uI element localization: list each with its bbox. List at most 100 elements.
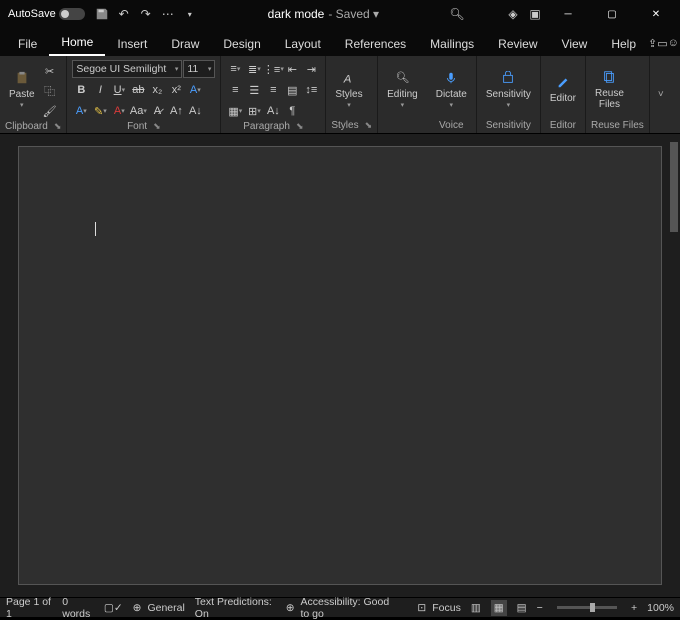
- maximize-button[interactable]: ▢: [592, 0, 632, 28]
- shading-button[interactable]: ▦▾: [226, 102, 244, 120]
- sort-button[interactable]: A↓: [264, 102, 282, 120]
- share-icon[interactable]: ⇪: [648, 30, 657, 56]
- tab-help[interactable]: Help: [599, 31, 648, 56]
- bullets-button[interactable]: ≡▾: [226, 60, 244, 78]
- find-icon: 🔍︎: [392, 68, 412, 88]
- zoom-level[interactable]: 100%: [647, 602, 674, 614]
- multilevel-button[interactable]: ⋮≡▾: [264, 60, 282, 78]
- dictate-button[interactable]: Dictate ▾: [432, 58, 471, 118]
- tab-insert[interactable]: Insert: [105, 31, 159, 56]
- styles-icon: A: [339, 68, 359, 88]
- font-size-select[interactable]: 11▾: [183, 60, 215, 78]
- text-effects-button[interactable]: A▾: [186, 81, 204, 99]
- font-color-button[interactable]: A▾: [110, 102, 128, 120]
- language-indicator[interactable]: ⊕General: [133, 602, 185, 614]
- launcher-icon[interactable]: ⬊: [365, 120, 373, 131]
- scrollbar-thumb[interactable]: [670, 142, 678, 232]
- reuse-files-button[interactable]: Reuse Files: [591, 58, 628, 118]
- paste-button[interactable]: Paste ▾: [5, 58, 39, 118]
- tab-file[interactable]: File: [6, 31, 49, 56]
- superscript-button[interactable]: x²: [167, 81, 185, 99]
- editing-button[interactable]: 🔍︎ Editing ▾: [383, 58, 422, 118]
- tab-mailings[interactable]: Mailings: [418, 31, 486, 56]
- saved-status[interactable]: - Saved ▾: [328, 7, 379, 21]
- focus-button[interactable]: ⊡Focus: [417, 602, 460, 614]
- font-name-select[interactable]: Segoe UI Semilight▾: [72, 60, 182, 78]
- clear-formatting-button[interactable]: A̷: [148, 102, 166, 120]
- launcher-icon[interactable]: ⬊: [54, 121, 62, 132]
- editor-button[interactable]: Editor: [546, 58, 580, 118]
- collapse-ribbon-button[interactable]: ˅: [650, 56, 672, 133]
- numbering-button[interactable]: ≣▾: [245, 60, 263, 78]
- undo-icon[interactable]: ↶: [115, 5, 133, 23]
- styles-button[interactable]: A Styles ▾: [331, 58, 366, 118]
- redo-icon[interactable]: ↷: [137, 5, 155, 23]
- read-mode-icon[interactable]: ▥: [471, 602, 481, 614]
- search-icon[interactable]: 🔍︎: [448, 5, 466, 23]
- change-case-button[interactable]: Aa▾: [129, 102, 147, 120]
- format-painter-icon[interactable]: 🖌: [41, 102, 59, 120]
- strikethrough-button[interactable]: ab: [129, 81, 147, 99]
- zoom-slider[interactable]: [557, 606, 617, 609]
- align-right-button[interactable]: ≡: [264, 81, 282, 99]
- page-indicator[interactable]: Page 1 of 1: [6, 596, 52, 620]
- tab-home[interactable]: Home: [49, 29, 105, 56]
- subscript-button[interactable]: x₂: [148, 81, 166, 99]
- sensitivity-button[interactable]: Sensitivity ▾: [482, 58, 535, 118]
- decrease-indent-button[interactable]: ⇤: [283, 60, 301, 78]
- quick-access-icon[interactable]: ⋯: [159, 5, 177, 23]
- tab-references[interactable]: References: [333, 31, 418, 56]
- borders-button[interactable]: ⊞▾: [245, 102, 263, 120]
- group-label: Editor: [550, 120, 576, 131]
- increase-indent-button[interactable]: ⇥: [302, 60, 320, 78]
- italic-button[interactable]: I: [91, 81, 109, 99]
- underline-button[interactable]: U▾: [110, 81, 128, 99]
- accessibility-indicator[interactable]: ⊕Accessibility: Good to go: [286, 596, 398, 620]
- align-center-button[interactable]: ☰: [245, 81, 263, 99]
- zoom-slider-thumb[interactable]: [590, 603, 595, 612]
- microphone-icon: [441, 68, 461, 88]
- close-button[interactable]: ✕: [636, 0, 676, 28]
- chevron-down-icon: ▾: [175, 65, 179, 73]
- save-icon[interactable]: [93, 5, 111, 23]
- svg-text:A: A: [343, 73, 352, 85]
- tab-view[interactable]: View: [550, 31, 600, 56]
- line-spacing-button[interactable]: ↕≡: [302, 81, 320, 99]
- vertical-scrollbar[interactable]: [668, 134, 680, 597]
- word-count[interactable]: 0 words: [62, 596, 94, 620]
- autosave-toggle[interactable]: AutoSave: [4, 8, 89, 20]
- print-layout-icon[interactable]: ▦: [491, 600, 507, 616]
- spellcheck-icon[interactable]: ▢✓: [104, 602, 123, 614]
- shrink-font-button[interactable]: A↓: [186, 102, 204, 120]
- font-color-alt-button[interactable]: A▾: [72, 102, 90, 120]
- cut-icon[interactable]: ✂: [41, 62, 59, 80]
- launcher-icon[interactable]: ⬊: [296, 121, 304, 132]
- predictions-indicator[interactable]: Text Predictions: On: [195, 596, 276, 620]
- highlight-button[interactable]: ✎▾: [91, 102, 109, 120]
- justify-button[interactable]: ▤: [283, 81, 301, 99]
- launcher-icon[interactable]: ⬊: [153, 121, 161, 132]
- window-icon[interactable]: ▣: [526, 5, 544, 23]
- tab-review[interactable]: Review: [486, 31, 549, 56]
- web-layout-icon[interactable]: ▤: [517, 602, 527, 614]
- diamond-icon[interactable]: ◈: [504, 5, 522, 23]
- dropdown-icon[interactable]: ▾: [181, 5, 199, 23]
- grow-font-button[interactable]: A↑: [167, 102, 185, 120]
- page-sheet[interactable]: [18, 146, 662, 585]
- show-marks-button[interactable]: ¶: [283, 102, 301, 120]
- ribbon-tabs: File Home Insert Draw Design Layout Refe…: [0, 28, 680, 56]
- face-icon[interactable]: ☺: [668, 30, 679, 56]
- tab-design[interactable]: Design: [211, 31, 272, 56]
- zoom-in-button[interactable]: +: [631, 602, 637, 614]
- align-left-button[interactable]: ≡: [226, 81, 244, 99]
- sensitivity-icon: [498, 68, 518, 88]
- comments-icon[interactable]: ▭: [657, 30, 667, 56]
- minimize-button[interactable]: ─: [548, 0, 588, 28]
- bold-button[interactable]: B: [72, 81, 90, 99]
- tab-draw[interactable]: Draw: [159, 31, 211, 56]
- group-font: Segoe UI Semilight▾ 11▾ B I U▾ ab x₂ x² …: [67, 56, 221, 133]
- tab-layout[interactable]: Layout: [273, 31, 333, 56]
- copy-icon[interactable]: ⿻: [41, 82, 59, 100]
- chevron-down-icon: ▾: [450, 101, 454, 109]
- zoom-out-button[interactable]: −: [537, 602, 543, 614]
